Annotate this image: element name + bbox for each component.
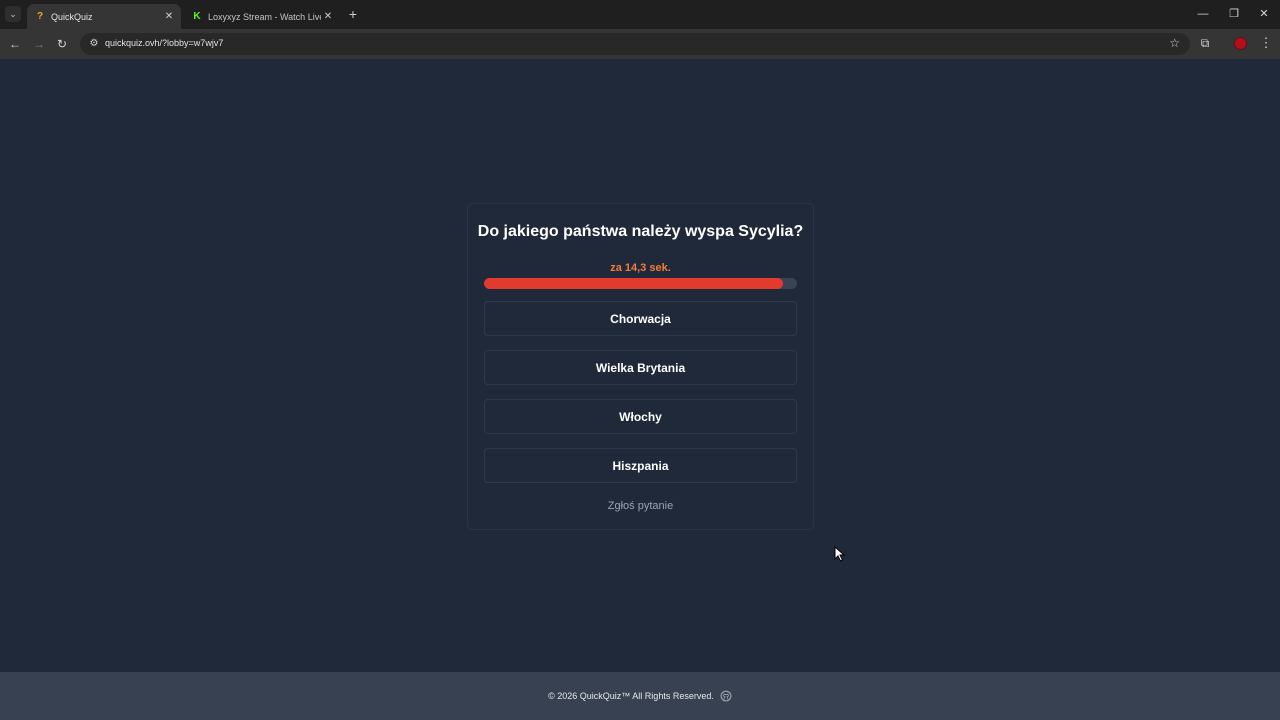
timer-progress-fill <box>484 278 783 289</box>
kick-favicon-icon: K <box>193 11 201 22</box>
report-question-link[interactable]: Zgłoś pytanie <box>468 500 813 512</box>
site-info-icon[interactable]: ⚙ <box>86 36 102 52</box>
browser-toolbar: ← → ↻ ⚙ quickquiz.ovh/?lobby=w7wjv7 ☆ ⧉ … <box>0 29 1280 59</box>
tab-close-icon[interactable]: ✕ <box>162 11 176 22</box>
tab-kick-stream[interactable]: K Loxyxyz Stream - Watch Live on ✕ <box>184 4 340 29</box>
forward-button[interactable]: → <box>30 35 48 53</box>
question-text: Do jakiego państwa należy wyspa Sycylia? <box>477 223 804 240</box>
answer-button-2[interactable]: Wielka Brytania <box>484 350 797 385</box>
github-icon[interactable] <box>720 690 732 702</box>
tab-search-button[interactable]: ⌄ <box>5 6 21 22</box>
tab-title: Loxyxyz Stream - Watch Live on <box>208 11 321 22</box>
answer-button-1[interactable]: Chorwacja <box>484 301 797 336</box>
timer-text: za 14,3 sek. <box>610 262 671 274</box>
timer-progress-bar <box>484 278 797 289</box>
address-bar[interactable]: ⚙ quickquiz.ovh/?lobby=w7wjv7 ☆ <box>80 33 1190 55</box>
new-tab-button[interactable]: + <box>346 6 360 22</box>
answer-button-4[interactable]: Hiszpania <box>484 448 797 483</box>
extensions-icon[interactable]: ⧉ <box>1196 34 1214 52</box>
tab-quickquiz[interactable]: ? QuickQuiz ✕ <box>27 4 181 29</box>
page-footer: © 2026 QuickQuiz™ All Rights Reserved. <box>0 672 1280 720</box>
page-content: Do jakiego państwa należy wyspa Sycylia?… <box>0 59 1280 672</box>
answer-button-3[interactable]: Włochy <box>484 399 797 434</box>
quickquiz-favicon-icon: ? <box>36 11 44 22</box>
mouse-cursor-icon <box>834 546 846 562</box>
browser-menu-icon[interactable]: ⋮ <box>1259 34 1273 52</box>
tab-close-icon[interactable]: ✕ <box>321 11 335 22</box>
reload-button[interactable]: ↻ <box>53 35 71 53</box>
back-button[interactable]: ← <box>6 35 24 53</box>
quiz-card: Do jakiego państwa należy wyspa Sycylia?… <box>467 203 814 530</box>
browser-tab-bar: ⌄ ? QuickQuiz ✕ K Loxyxyz Stream - Watch… <box>0 0 1280 29</box>
profile-avatar[interactable] <box>1234 37 1247 50</box>
url-text[interactable]: quickquiz.ovh/?lobby=w7wjv7 <box>105 38 223 48</box>
minimize-button[interactable]: — <box>1193 5 1213 23</box>
copyright-text: © 2026 QuickQuiz™ All Rights Reserved. <box>548 691 714 701</box>
bookmark-star-icon[interactable]: ☆ <box>1169 36 1180 50</box>
restore-button[interactable]: ❐ <box>1224 5 1244 23</box>
tab-title: QuickQuiz <box>51 11 93 22</box>
close-window-button[interactable]: ✕ <box>1254 5 1274 23</box>
